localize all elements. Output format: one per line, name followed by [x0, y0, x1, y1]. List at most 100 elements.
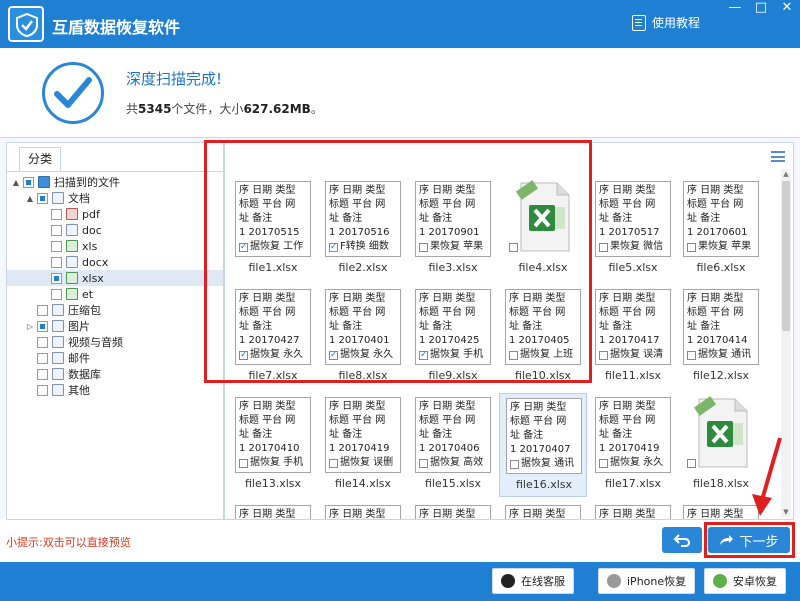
- close-button[interactable]: ✕: [774, 0, 800, 18]
- file-tile[interactable]: file4.xlsx: [499, 177, 587, 281]
- expand-toggle-icon[interactable]: ▲: [25, 194, 35, 203]
- file-tile[interactable]: 序 日期 类型标题 平台 网址 备注 1 20170427 据恢复 永久 file7.…: [229, 285, 317, 389]
- file-checkbox[interactable]: [687, 350, 696, 360]
- tree-checkbox[interactable]: [51, 272, 62, 284]
- tree-checkbox[interactable]: [37, 336, 48, 348]
- list-view-icon[interactable]: [771, 151, 785, 162]
- tree-item[interactable]: 邮件: [7, 350, 223, 366]
- file-tile[interactable]: 序 日期 类型 标题 平台 网址 备注 1 20170410 据恢复 手机 file13…: [229, 393, 317, 497]
- file-checkbox[interactable]: [509, 243, 518, 252]
- expand-toggle-icon[interactable]: ▷: [25, 322, 35, 331]
- file-tile[interactable]: 序 日期 类型 标题 平台 网址 备注 1 20170601 果恢复 苹果 file6.…: [677, 177, 765, 281]
- file-checkbox[interactable]: [599, 350, 608, 360]
- file-checkbox[interactable]: [239, 458, 248, 468]
- file-tile[interactable]: 序 日期 类型标题 平台 网址 备注 1 20170401 据恢复 永久 file8.…: [319, 285, 407, 389]
- tree-item[interactable]: docx: [7, 254, 223, 270]
- tree-checkbox[interactable]: [37, 304, 48, 316]
- file-tile[interactable]: 序 日期 类型 标题 平台 网址 备注 1 20170419 据恢复 误删 file14…: [319, 393, 407, 497]
- online-service-button[interactable]: 在线客服: [492, 568, 574, 594]
- preview-line: 标题 平台 网: [419, 307, 476, 318]
- back-button[interactable]: [662, 527, 702, 553]
- tutorial-link[interactable]: 使用教程: [632, 14, 700, 31]
- file-tile[interactable]: 序 日期 类型 标题 平台 网址 备注 1 20170405 据恢复 上班 file10…: [499, 285, 587, 389]
- tab-category[interactable]: 分类: [19, 147, 61, 171]
- footer-bar: 在线客服 iPhone恢复 安卓恢复: [0, 562, 800, 601]
- file-tile[interactable]: 序 日期 类型 标题 平台 网址 备注 1 20170406 据恢复 高效 file15…: [409, 393, 497, 497]
- file-tile[interactable]: 序 日期 类型 标题 平台 网址 备注 1 20170414 据恢复 通讯 file12…: [677, 285, 765, 389]
- tree-checkbox[interactable]: [37, 384, 48, 396]
- scroll-thumb[interactable]: [782, 181, 790, 331]
- preview-last-line: 据恢复 手机: [430, 349, 484, 360]
- xls-icon: [66, 288, 78, 300]
- file-tile[interactable]: 序 日期 类型标题 平台 网址 备注: [589, 501, 677, 519]
- tree-item[interactable]: ▲ 文档: [7, 190, 223, 206]
- minimize-button[interactable]: —: [722, 0, 748, 18]
- tree-checkbox[interactable]: [51, 224, 62, 236]
- tree-item[interactable]: 视频与音频: [7, 334, 223, 350]
- tree-item[interactable]: 数据库: [7, 366, 223, 382]
- tree-checkbox[interactable]: [37, 368, 48, 380]
- tree-checkbox[interactable]: [51, 256, 62, 268]
- file-tile[interactable]: 序 日期 类型 标题 平台 网址 备注 1 20170407 据恢复 通讯 file16…: [499, 393, 587, 497]
- tree-item[interactable]: ▲ 扫描到的文件: [7, 174, 223, 190]
- file-tile[interactable]: 序 日期 类型标题 平台 网址 备注: [229, 501, 317, 519]
- tree-item[interactable]: 压缩包: [7, 302, 223, 318]
- total-size: 627.62MB: [243, 102, 311, 116]
- file-tile[interactable]: 序 日期 类型 标题 平台 网址 备注 1 20170417 据恢复 误清 file11…: [589, 285, 677, 389]
- tree-item-label: 其他: [68, 384, 90, 397]
- file-checkbox[interactable]: [509, 350, 518, 360]
- tree-checkbox[interactable]: [23, 176, 34, 188]
- file-tile[interactable]: 序 日期 类型 标题 平台 网址 备注 1 20170419 据恢复 永久 file17…: [589, 393, 677, 497]
- preview-last-line: 据恢复 误删: [340, 457, 394, 468]
- file-checkbox[interactable]: [329, 348, 338, 362]
- tree-item[interactable]: xls: [7, 238, 223, 254]
- preview-line: 址 备注: [329, 321, 363, 332]
- file-checkbox[interactable]: [329, 240, 338, 254]
- file-checkbox[interactable]: [419, 458, 428, 468]
- expand-toggle-icon[interactable]: ▲: [11, 178, 21, 187]
- file-checkbox[interactable]: [687, 242, 696, 252]
- file-tile[interactable]: 序 日期 类型标题 平台 网址 备注 1 20170515 据恢复 工作 file1.…: [229, 177, 317, 281]
- file-tile[interactable]: 序 日期 类型 标题 平台 网址 备注 1 20170901 果恢复 苹果 file3.…: [409, 177, 497, 281]
- file-checkbox[interactable]: [239, 240, 248, 254]
- file-checkbox[interactable]: [419, 348, 428, 362]
- file-tile[interactable]: 序 日期 类型标题 平台 网址 备注 1 20170425 据恢复 手机 file9.…: [409, 285, 497, 389]
- android-recovery-button[interactable]: 安卓恢复: [704, 568, 786, 594]
- file-tile[interactable]: 序 日期 类型 标题 平台 网址 备注 1 20170517 果恢复 微信 file5.…: [589, 177, 677, 281]
- hint-text: 小提示:双击可以直接预览: [6, 536, 131, 549]
- tree-checkbox[interactable]: [37, 192, 48, 204]
- tree-checkbox[interactable]: [51, 288, 62, 300]
- file-checkbox[interactable]: [599, 458, 608, 468]
- tree-checkbox[interactable]: [37, 320, 48, 332]
- file-name: file8.xlsx: [338, 369, 388, 382]
- tree-item[interactable]: xlsx: [7, 270, 223, 286]
- file-checkbox[interactable]: [599, 242, 608, 252]
- tree-item[interactable]: ▷ 图片: [7, 318, 223, 334]
- doc-icon: [52, 336, 64, 348]
- file-checkbox[interactable]: [239, 348, 248, 362]
- tree-checkbox[interactable]: [51, 240, 62, 252]
- tree-checkbox[interactable]: [37, 352, 48, 364]
- file-tile[interactable]: 序 日期 类型标题 平台 网址 备注: [409, 501, 497, 519]
- iphone-recovery-button[interactable]: iPhone恢复: [598, 568, 696, 594]
- file-checkbox[interactable]: [687, 459, 696, 468]
- tree-item[interactable]: et: [7, 286, 223, 302]
- file-tile[interactable]: 序 日期 类型标题 平台 网址 备注: [319, 501, 407, 519]
- preview-check-line: 据恢复 高效: [419, 456, 487, 470]
- tree-item[interactable]: pdf: [7, 206, 223, 222]
- file-tile[interactable]: 序 日期 类型标题 平台 网址 备注 1 20170516 F转换 细数 file2.…: [319, 177, 407, 281]
- file-checkbox[interactable]: [329, 458, 338, 468]
- file-checkbox[interactable]: [510, 459, 519, 469]
- preview-line: 序 日期 类型: [239, 401, 296, 412]
- tree-item[interactable]: doc: [7, 222, 223, 238]
- pdf-icon: [66, 208, 78, 220]
- maximize-button[interactable]: □: [748, 0, 774, 18]
- file-tile[interactable]: 序 日期 类型标题 平台 网址 备注: [499, 501, 587, 519]
- tree-item[interactable]: 其他: [7, 382, 223, 398]
- tree-checkbox[interactable]: [51, 208, 62, 220]
- preview-line: 址 备注: [599, 429, 633, 440]
- preview-line: 址 备注: [329, 429, 363, 440]
- preview-line: 序 日期 类型: [329, 185, 386, 196]
- file-checkbox[interactable]: [419, 242, 428, 252]
- scroll-up-icon[interactable]: ▲: [781, 169, 791, 179]
